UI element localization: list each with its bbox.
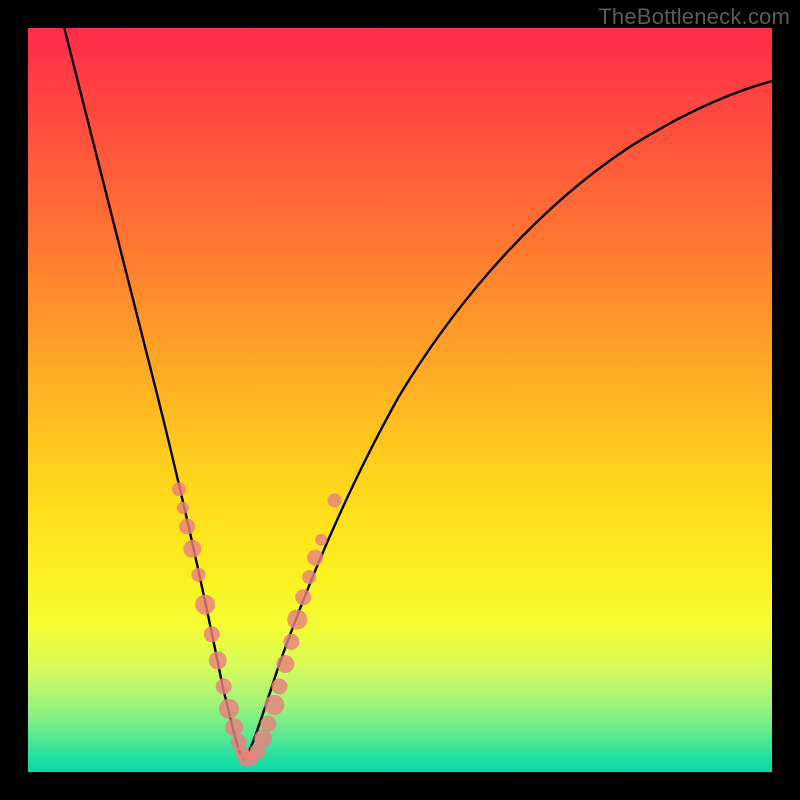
data-marker [276,655,294,673]
data-marker [328,493,342,507]
data-marker [209,651,227,669]
data-marker [191,568,205,582]
watermark-text: TheBottleneck.com [598,4,790,30]
data-marker [307,550,323,566]
curve-layer [63,23,776,760]
data-marker [204,626,220,642]
data-marker [254,730,272,748]
data-marker [219,699,239,719]
data-marker [172,482,186,496]
data-marker [272,678,288,694]
data-marker [179,519,195,535]
data-marker [183,540,201,558]
chart-frame: TheBottleneck.com [0,0,800,800]
curve-svg [28,28,772,772]
data-marker [260,716,276,732]
data-marker [225,718,243,736]
data-marker [195,595,215,615]
plot-area [28,28,772,772]
data-marker [177,502,189,514]
bottleneck-curve [63,23,776,760]
data-marker [295,589,311,605]
data-marker [315,534,327,546]
data-marker [216,678,232,694]
data-marker [283,634,299,650]
data-marker [287,610,307,630]
marker-layer [172,482,342,766]
data-marker [264,695,284,715]
data-marker [302,570,316,584]
